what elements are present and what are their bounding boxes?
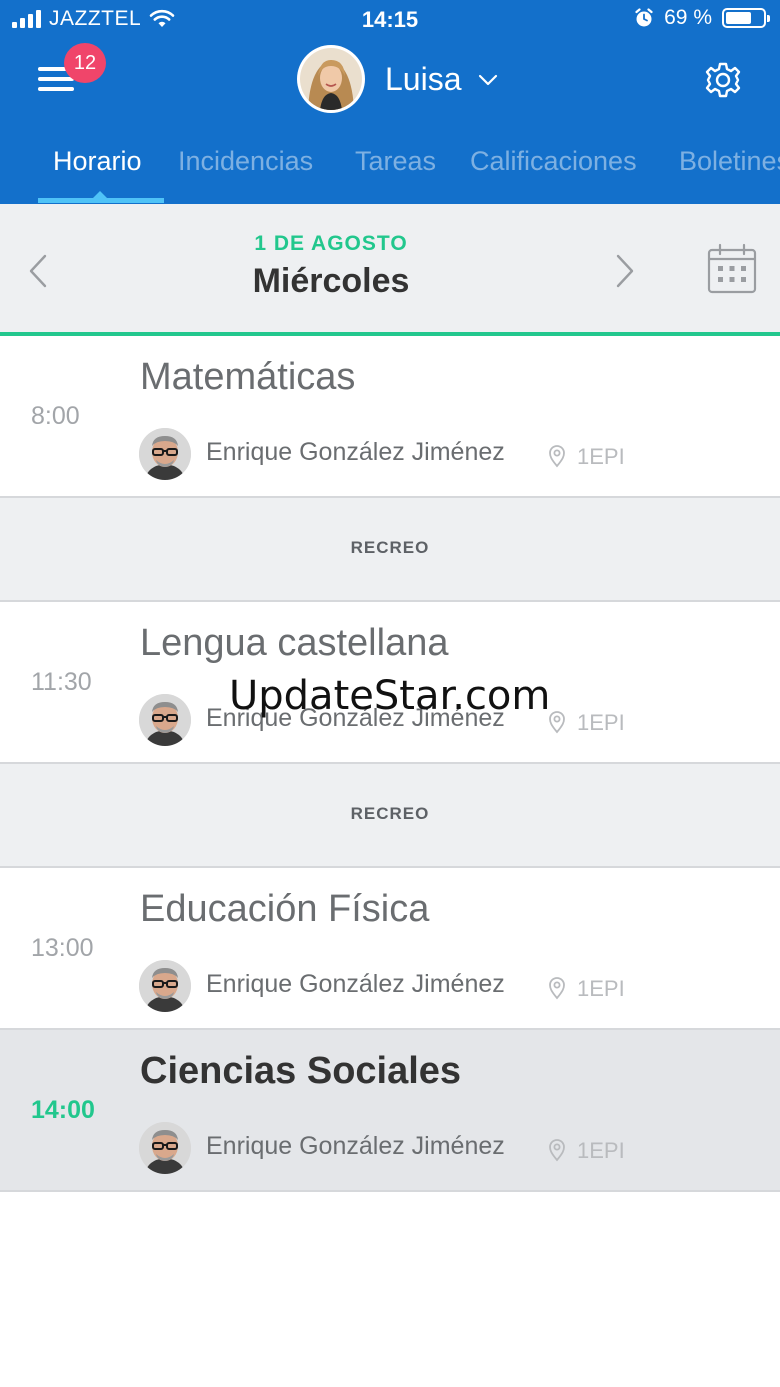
tab-indicator [38,198,164,203]
lesson-subject: Matemáticas [140,356,356,398]
break-row: RECREO [0,498,780,602]
break-label: RECREO [350,804,430,823]
date-navigator: 1 DE AGOSTO Miércoles [0,204,780,336]
date-label: 1 DE AGOSTO [254,232,408,255]
teacher-avatar [139,428,191,480]
room-label: 1EPI [577,1138,625,1163]
calendar-icon[interactable] [706,243,758,295]
tab-tareas[interactable]: Tareas [355,146,436,177]
alarm-icon [635,8,653,27]
profile-name: Luisa [385,60,462,97]
battery-icon [722,8,770,28]
teacher-name: Enrique González Jiménez [206,970,505,998]
chevron-right-icon[interactable] [615,254,635,288]
battery-percent: 69 % [664,6,712,29]
lesson-row[interactable]: 13:00 Educación Física Enrique González … [0,868,780,1030]
lesson-time: 14:00 [31,1096,95,1124]
app-header: JAZZTEL 14:15 69 % 12 Luisa Horario Inci… [0,0,780,204]
profile-selector[interactable]: Luisa [297,45,498,113]
lesson-time: 8:00 [31,402,80,430]
schedule-list: 8:00 Matemáticas Enrique González Jiméne… [0,336,780,1192]
tab-calificaciones[interactable]: Calificaciones [470,146,637,177]
tab-incidencias[interactable]: Incidencias [178,146,313,177]
location-pin-icon [547,976,567,1000]
chevron-down-icon [478,74,497,86]
tab-boletines[interactable]: Boletines [679,146,780,177]
teacher-avatar [139,1122,191,1174]
weekday-label: Miércoles [252,262,410,300]
teacher-avatar [139,694,191,746]
break-row: RECREO [0,764,780,868]
location-pin-icon [547,1138,567,1162]
gear-icon[interactable] [704,61,742,99]
tab-horario[interactable]: Horario [53,146,142,177]
room-label: 1EPI [577,976,625,1001]
teacher-name: Enrique González Jiménez [206,438,505,466]
teacher-avatar [139,960,191,1012]
lesson-row-current[interactable]: 14:00 Ciencias Sociales Enrique González… [0,1030,780,1192]
status-right: 69 % [634,6,770,30]
room-label: 1EPI [577,710,625,735]
break-label: RECREO [350,538,430,557]
avatar [297,45,365,113]
teacher-name: Enrique González Jiménez [206,1132,505,1160]
lesson-row[interactable]: 8:00 Matemáticas Enrique González Jiméne… [0,336,780,498]
battery-fill [726,12,751,24]
status-bar: JAZZTEL 14:15 69 % [0,0,780,40]
watermark: UpdateStar.com [229,673,551,719]
lesson-subject: Ciencias Sociales [140,1050,462,1092]
location-pin-icon [547,444,567,468]
notification-badge: 12 [64,43,106,83]
room-label: 1EPI [577,444,625,469]
lesson-time: 13:00 [31,934,94,962]
tab-bar: Horario Incidencias Tareas Calificacione… [0,134,780,204]
lesson-time: 11:30 [31,668,92,696]
lesson-subject: Lengua castellana [140,622,449,664]
lesson-subject: Educación Física [140,888,430,930]
